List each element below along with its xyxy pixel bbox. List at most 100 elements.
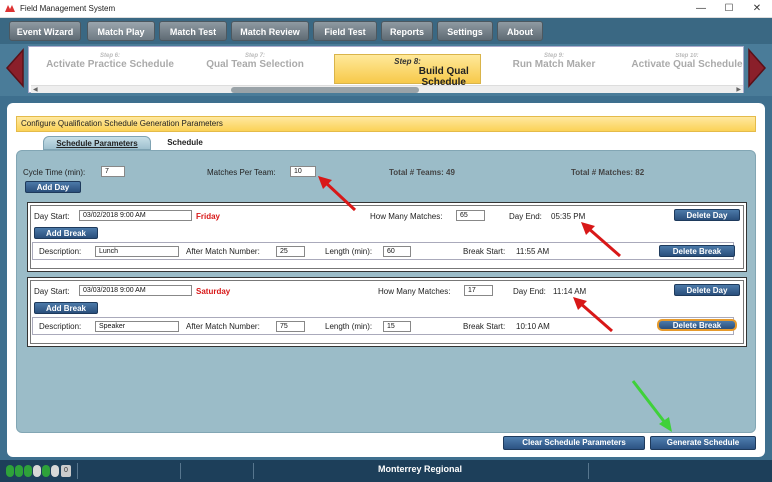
next-step-icon[interactable] (745, 48, 769, 88)
break-length-label: Length (min): (325, 322, 373, 331)
menu-settings[interactable]: Settings (437, 21, 493, 41)
menu-about[interactable]: About (497, 21, 543, 41)
break-length-label: Length (min): (325, 247, 373, 256)
add-day-button[interactable]: Add Day (25, 181, 81, 193)
tab-schedule[interactable]: Schedule (155, 136, 215, 150)
menu-match-test[interactable]: Match Test (159, 21, 227, 41)
cycle-time-label: Cycle Time (min): (23, 168, 86, 177)
delete-day-button[interactable]: Delete Day (674, 209, 740, 221)
break-start-label: Break Start: (463, 247, 506, 256)
main-panel: Configure Qualification Schedule Generat… (7, 103, 765, 457)
title-bar: Field Management System — ☐ ✕ (0, 0, 772, 18)
break-description-label: Description: (39, 247, 82, 256)
total-teams: Total # Teams: 49 (389, 168, 455, 177)
scroll-left-icon[interactable]: ◀ (33, 86, 38, 93)
break-length-input[interactable]: 15 (383, 321, 411, 332)
wizard-step-6[interactable]: Step 6: Activate Practice Schedule (35, 53, 185, 70)
wizard-track: Step 6: Activate Practice Schedule Step … (28, 46, 744, 93)
step-number: Step 8: (394, 57, 421, 66)
app-logo-icon (5, 5, 15, 12)
wizard-steps: Step 6: Activate Practice Schedule Step … (0, 44, 772, 96)
menu-match-review[interactable]: Match Review (231, 21, 309, 41)
matches-per-team-input[interactable]: 10 (290, 166, 316, 177)
minimize-icon[interactable]: — (690, 1, 712, 17)
day-card: Day Start: 03/02/2018 9:00 AM Friday How… (27, 202, 747, 272)
maximize-icon[interactable]: ☐ (718, 1, 740, 17)
weekday-label: Friday (196, 212, 221, 221)
menu-reports[interactable]: Reports (381, 21, 433, 41)
generate-schedule-button[interactable]: Generate Schedule (650, 436, 756, 450)
day-end-label: Day End: (509, 212, 542, 221)
wizard-step-9[interactable]: Step 9: Run Match Maker (499, 53, 609, 70)
status-divider (77, 463, 78, 479)
how-many-matches-input[interactable]: 17 (464, 285, 493, 296)
delete-day-button[interactable]: Delete Day (674, 284, 740, 296)
status-light (24, 465, 32, 477)
day-card: Day Start: 03/03/2018 9:00 AM Saturday H… (27, 277, 747, 347)
step-label: Activate Practice Schedule (46, 59, 174, 70)
after-match-number-label: After Match Number: (186, 322, 260, 331)
how-many-matches-input[interactable]: 65 (456, 210, 485, 221)
step-label: Activate Qual Schedule (631, 59, 743, 70)
close-icon[interactable]: ✕ (746, 1, 768, 17)
add-break-button[interactable]: Add Break (34, 302, 98, 314)
tab-schedule-parameters[interactable]: Schedule Parameters (43, 136, 151, 150)
prev-step-icon[interactable] (3, 48, 27, 88)
status-counter: 0 (61, 465, 71, 477)
day-start-label: Day Start: (34, 212, 70, 221)
wizard-scrollbar[interactable]: ◀ ▶ (31, 85, 743, 93)
window-title: Field Management System (20, 4, 116, 13)
day-end-value: 11:14 AM (553, 287, 587, 296)
day-start-input[interactable]: 03/02/2018 9:00 AM (79, 210, 192, 221)
after-match-number-input[interactable]: 75 (276, 321, 305, 332)
after-match-number-input[interactable]: 25 (276, 246, 305, 257)
section-header: Configure Qualification Schedule Generat… (16, 116, 756, 132)
break-description-input[interactable]: Lunch (95, 246, 179, 257)
status-divider (588, 463, 589, 479)
cycle-time-input[interactable]: 7 (101, 166, 125, 177)
break-start-label: Break Start: (463, 322, 506, 331)
total-matches: Total # Matches: 82 (571, 168, 645, 177)
status-bar: 0 Monterrey Regional (0, 460, 772, 482)
main-menu: Event Wizard Match Play Match Test Match… (0, 18, 772, 44)
status-light (33, 465, 41, 477)
wizard-step-10[interactable]: Step 10: Activate Qual Schedule (629, 53, 745, 70)
menu-event-wizard[interactable]: Event Wizard (9, 21, 81, 41)
break-description-input[interactable]: Speaker (95, 321, 179, 332)
how-many-matches-label: How Many Matches: (378, 287, 451, 296)
status-light (51, 465, 59, 477)
scroll-right-icon[interactable]: ▶ (736, 86, 741, 93)
break-start-value: 10:10 AM (516, 322, 550, 331)
matches-per-team-label: Matches Per Team: (207, 168, 276, 177)
menu-field-test[interactable]: Field Test (313, 21, 377, 41)
menu-match-play[interactable]: Match Play (87, 21, 155, 41)
status-light (15, 465, 23, 477)
step-label: Run Match Maker (512, 59, 596, 70)
wizard-step-current[interactable]: Step 8: Build Qual Schedule (334, 54, 481, 88)
status-light (6, 465, 14, 477)
day-end-value: 05:35 PM (551, 212, 586, 221)
status-divider (180, 463, 181, 479)
break-length-input[interactable]: 60 (383, 246, 411, 257)
how-many-matches-label: How Many Matches: (370, 212, 443, 221)
break-row: Description: Lunch After Match Number: 2… (32, 242, 735, 260)
break-start-value: 11:55 AM (516, 247, 550, 256)
clear-schedule-parameters-button[interactable]: Clear Schedule Parameters (503, 436, 645, 450)
schedule-parameters-panel: Cycle Time (min): 7 Matches Per Team: 10… (16, 150, 756, 433)
wizard-step-7[interactable]: Step 7: Qual Team Selection (195, 53, 315, 70)
status-light (42, 465, 50, 477)
day-end-label: Day End: (513, 287, 546, 296)
delete-break-button[interactable]: Delete Break (659, 245, 735, 257)
step-label: Qual Team Selection (206, 59, 304, 70)
day-start-input[interactable]: 03/03/2018 9:00 AM (79, 285, 192, 296)
break-row: Description: Speaker After Match Number:… (32, 317, 737, 335)
delete-break-button[interactable]: Delete Break (657, 319, 737, 331)
weekday-label: Saturday (196, 287, 231, 296)
scroll-thumb[interactable] (231, 87, 419, 93)
after-match-number-label: After Match Number: (186, 247, 260, 256)
add-break-button[interactable]: Add Break (34, 227, 98, 239)
event-name: Monterrey Regional (377, 464, 462, 474)
day-start-label: Day Start: (34, 287, 70, 296)
break-description-label: Description: (39, 322, 82, 331)
status-divider (253, 463, 254, 479)
